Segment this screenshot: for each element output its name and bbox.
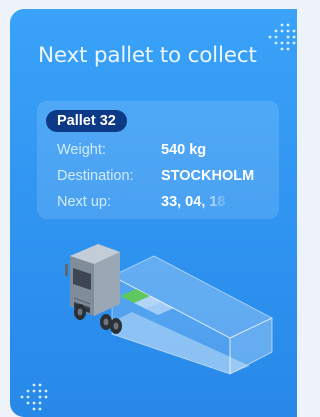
pallet-card: Next pallet to collect Pallet 32 Weight:… (10, 9, 297, 417)
page-title: Next pallet to collect (38, 43, 257, 68)
destination-label: Destination: (57, 168, 134, 184)
pallet-info-panel: Pallet 32 Weight: 540 kg Destination: ST… (37, 101, 279, 219)
weight-label: Weight: (57, 142, 106, 158)
weight-value: 540 kg (161, 142, 207, 158)
dots-pattern-icon (268, 23, 296, 51)
next-up-value: 33, 04, 18 (161, 194, 226, 210)
truck-illustration (65, 244, 273, 375)
pallet-badge: Pallet 32 (46, 110, 127, 132)
next-up-label: Next up: (57, 194, 111, 210)
dots-pattern-icon (20, 383, 48, 411)
destination-value: STOCKHOLM (161, 168, 255, 184)
